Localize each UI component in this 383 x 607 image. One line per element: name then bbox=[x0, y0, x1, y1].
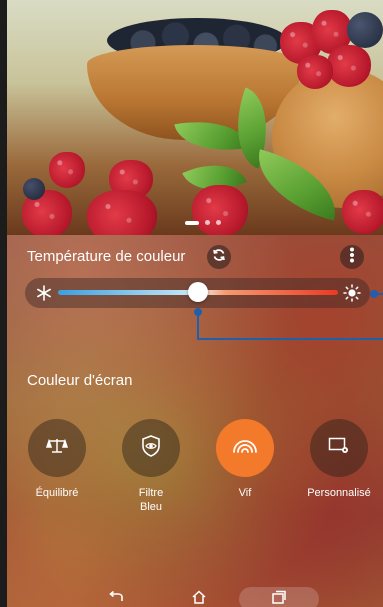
home-icon bbox=[191, 589, 207, 607]
recent-apps-button[interactable] bbox=[270, 590, 288, 607]
preview-photo bbox=[7, 0, 383, 235]
annotation-line bbox=[197, 338, 383, 340]
snowflake-icon bbox=[34, 283, 54, 303]
mode-balanced-label: Équilibré bbox=[35, 487, 79, 499]
mode-balanced-circle[interactable] bbox=[28, 419, 86, 477]
pager-dot bbox=[216, 220, 221, 225]
vivid-rainbow-icon bbox=[232, 438, 258, 459]
custom-settings-icon bbox=[328, 437, 350, 460]
slider-knob[interactable] bbox=[188, 282, 208, 302]
pager-dot-active bbox=[185, 220, 199, 225]
mode-blue-filter-label: Filtre Bleu bbox=[138, 487, 164, 513]
screen: Température de couleur Couleur d'écran É… bbox=[0, 0, 383, 607]
balance-scale-icon bbox=[45, 437, 69, 460]
screen-color-panel: Température de couleur Couleur d'écran É… bbox=[7, 235, 383, 607]
blueberry bbox=[347, 12, 383, 48]
raspberry bbox=[192, 185, 248, 235]
mode-vivid-circle[interactable] bbox=[216, 419, 274, 477]
eye-shield-icon bbox=[141, 434, 161, 462]
mode-blue-filter[interactable]: Filtre Bleu bbox=[111, 419, 191, 514]
recent-apps-icon bbox=[271, 590, 287, 607]
color-temperature-slider[interactable] bbox=[25, 278, 370, 308]
back-arrow-icon bbox=[108, 590, 124, 607]
sun-icon bbox=[342, 283, 362, 303]
refresh-icon bbox=[212, 248, 226, 267]
pager-dot bbox=[205, 220, 210, 225]
photo-pager bbox=[185, 220, 221, 225]
mode-custom-label: Personnalisé bbox=[307, 487, 371, 499]
blueberry bbox=[23, 178, 45, 200]
raspberry bbox=[297, 55, 333, 89]
mode-balanced[interactable]: Équilibré bbox=[17, 419, 97, 500]
mode-custom-circle[interactable] bbox=[310, 419, 368, 477]
navigation-bar bbox=[7, 585, 383, 607]
more-options-button[interactable] bbox=[340, 245, 364, 269]
raspberry bbox=[87, 190, 157, 235]
device-frame-edge bbox=[0, 0, 7, 607]
annotation-line bbox=[197, 313, 199, 339]
screen-color-title: Couleur d'écran bbox=[27, 372, 133, 389]
mode-blue-filter-circle[interactable] bbox=[122, 419, 180, 477]
mode-vivid[interactable]: Vif bbox=[205, 419, 285, 500]
raspberry bbox=[342, 190, 383, 234]
reset-temperature-button[interactable] bbox=[207, 245, 231, 269]
back-button[interactable] bbox=[107, 590, 125, 607]
annotation-dot bbox=[194, 308, 202, 316]
raspberry bbox=[49, 152, 85, 188]
mode-custom[interactable]: Personnalisé bbox=[299, 419, 379, 500]
mode-vivid-label: Vif bbox=[238, 487, 252, 499]
raspberry bbox=[327, 45, 371, 87]
more-vertical-icon bbox=[349, 247, 355, 268]
annotation-dot bbox=[370, 290, 378, 298]
color-temperature-title: Température de couleur bbox=[27, 248, 186, 265]
home-button[interactable] bbox=[190, 589, 208, 607]
